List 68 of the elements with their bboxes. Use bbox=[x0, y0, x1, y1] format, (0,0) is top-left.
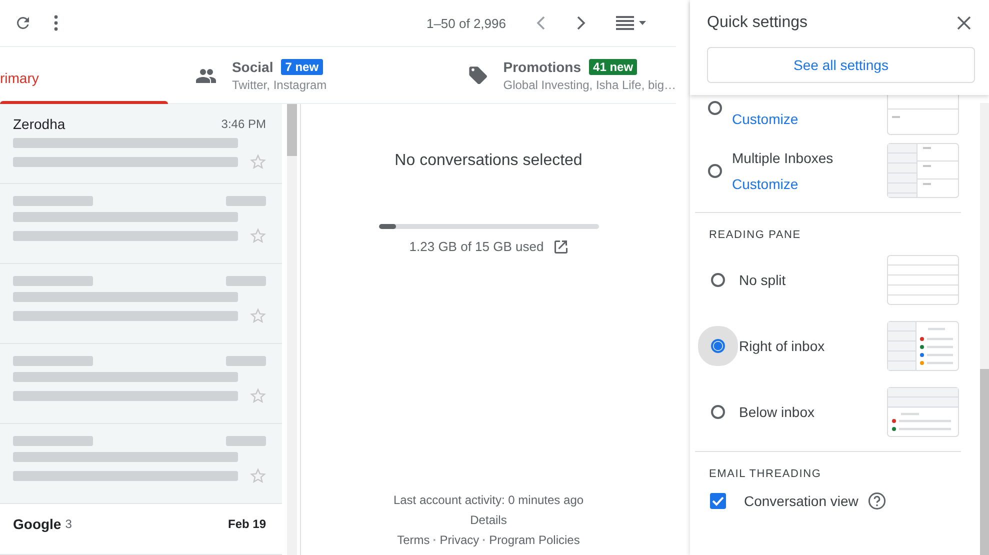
radio-button[interactable] bbox=[711, 405, 725, 419]
email-row[interactable]: Zerodha 3:46 PM bbox=[0, 104, 282, 184]
new-count-badge: 41 new bbox=[589, 58, 638, 74]
blurred-text bbox=[226, 196, 266, 206]
tag-icon bbox=[469, 66, 488, 84]
tab-label: rimary bbox=[0, 70, 39, 86]
separator-dot: · bbox=[482, 533, 486, 547]
footer-link[interactable]: Terms bbox=[397, 533, 430, 547]
more-options-icon[interactable] bbox=[54, 15, 58, 31]
layout-preview-drawing bbox=[887, 143, 959, 198]
layout-preview-drawing bbox=[887, 321, 959, 371]
star-icon[interactable] bbox=[250, 468, 266, 484]
customize-link[interactable]: Customize bbox=[732, 176, 887, 192]
inbox-tab[interactable]: Social 7 new Twitter, Instagram bbox=[168, 47, 436, 103]
details-link[interactable]: Details bbox=[470, 513, 507, 527]
refresh-icon[interactable] bbox=[14, 14, 32, 32]
email-time: 3:46 PM bbox=[221, 117, 266, 131]
see-all-settings-button[interactable]: See all settings bbox=[707, 47, 975, 83]
blurred-text bbox=[226, 276, 266, 286]
empty-state-message: No conversations selected bbox=[394, 152, 582, 170]
inbox-tab[interactable]: Promotions 41 new Global Investing, Isha Life, big… bbox=[435, 47, 676, 103]
star-icon[interactable] bbox=[250, 388, 266, 404]
density-menu-icon[interactable] bbox=[616, 16, 646, 30]
option-label: Below inbox bbox=[739, 404, 816, 420]
radio-button[interactable] bbox=[711, 273, 725, 287]
external-link-icon[interactable] bbox=[554, 240, 568, 254]
option-label: Multiple Inboxes bbox=[732, 150, 834, 166]
account-activity-text: Last account activity: 0 minutes ago bbox=[393, 493, 584, 507]
tab-label: Promotions bbox=[503, 58, 582, 74]
customize-link[interactable]: Customize bbox=[732, 111, 887, 127]
radio-button[interactable] bbox=[708, 164, 722, 178]
layout-preview-drawing bbox=[887, 387, 959, 437]
email-row[interactable]: Google 3 Feb 19 bbox=[0, 504, 282, 555]
layout-preview-drawing bbox=[887, 255, 959, 305]
scrollbar[interactable] bbox=[287, 104, 297, 555]
tab-subtitle: Twitter, Instagram bbox=[232, 78, 327, 92]
email-time: Feb 19 bbox=[228, 517, 266, 531]
sender-name: Google bbox=[13, 516, 62, 532]
blurred-text bbox=[226, 436, 266, 446]
help-icon[interactable] bbox=[868, 492, 886, 510]
footer-link[interactable]: Privacy bbox=[440, 533, 480, 547]
tab-subtitle: Global Investing, Isha Life, big… bbox=[503, 78, 676, 92]
separator-dot: · bbox=[432, 533, 437, 547]
new-count-badge: 7 new bbox=[281, 58, 323, 74]
panel-title: Quick settings bbox=[707, 14, 808, 32]
thread-count: 3 bbox=[65, 517, 72, 531]
scrollbar[interactable] bbox=[980, 103, 989, 555]
previous-page-icon[interactable] bbox=[536, 16, 546, 30]
radio-button[interactable] bbox=[708, 101, 722, 115]
star-icon[interactable] bbox=[250, 308, 266, 324]
storage-usage-text: 1.23 GB of 15 GB used bbox=[409, 239, 544, 254]
section-heading: READING PANE bbox=[709, 229, 802, 241]
checkbox[interactable] bbox=[710, 493, 726, 509]
close-icon[interactable] bbox=[957, 16, 971, 30]
people-icon bbox=[196, 67, 216, 83]
sender-name: Zerodha bbox=[13, 116, 66, 132]
star-icon[interactable] bbox=[250, 228, 266, 244]
next-page-icon[interactable] bbox=[576, 16, 586, 30]
blurred-text bbox=[226, 356, 266, 366]
inbox-tab[interactable]: rimary bbox=[0, 47, 168, 103]
star-icon[interactable] bbox=[250, 154, 266, 170]
option-label: No split bbox=[739, 272, 787, 288]
tab-label: Social bbox=[232, 58, 274, 74]
section-heading: EMAIL THREADING bbox=[709, 468, 822, 480]
pagination-text: 1–50 of 2,996 bbox=[426, 16, 506, 30]
option-label: Right of inbox bbox=[739, 338, 826, 354]
footer-link[interactable]: Program Policies bbox=[489, 533, 580, 547]
checkbox-label: Conversation view bbox=[744, 493, 858, 509]
